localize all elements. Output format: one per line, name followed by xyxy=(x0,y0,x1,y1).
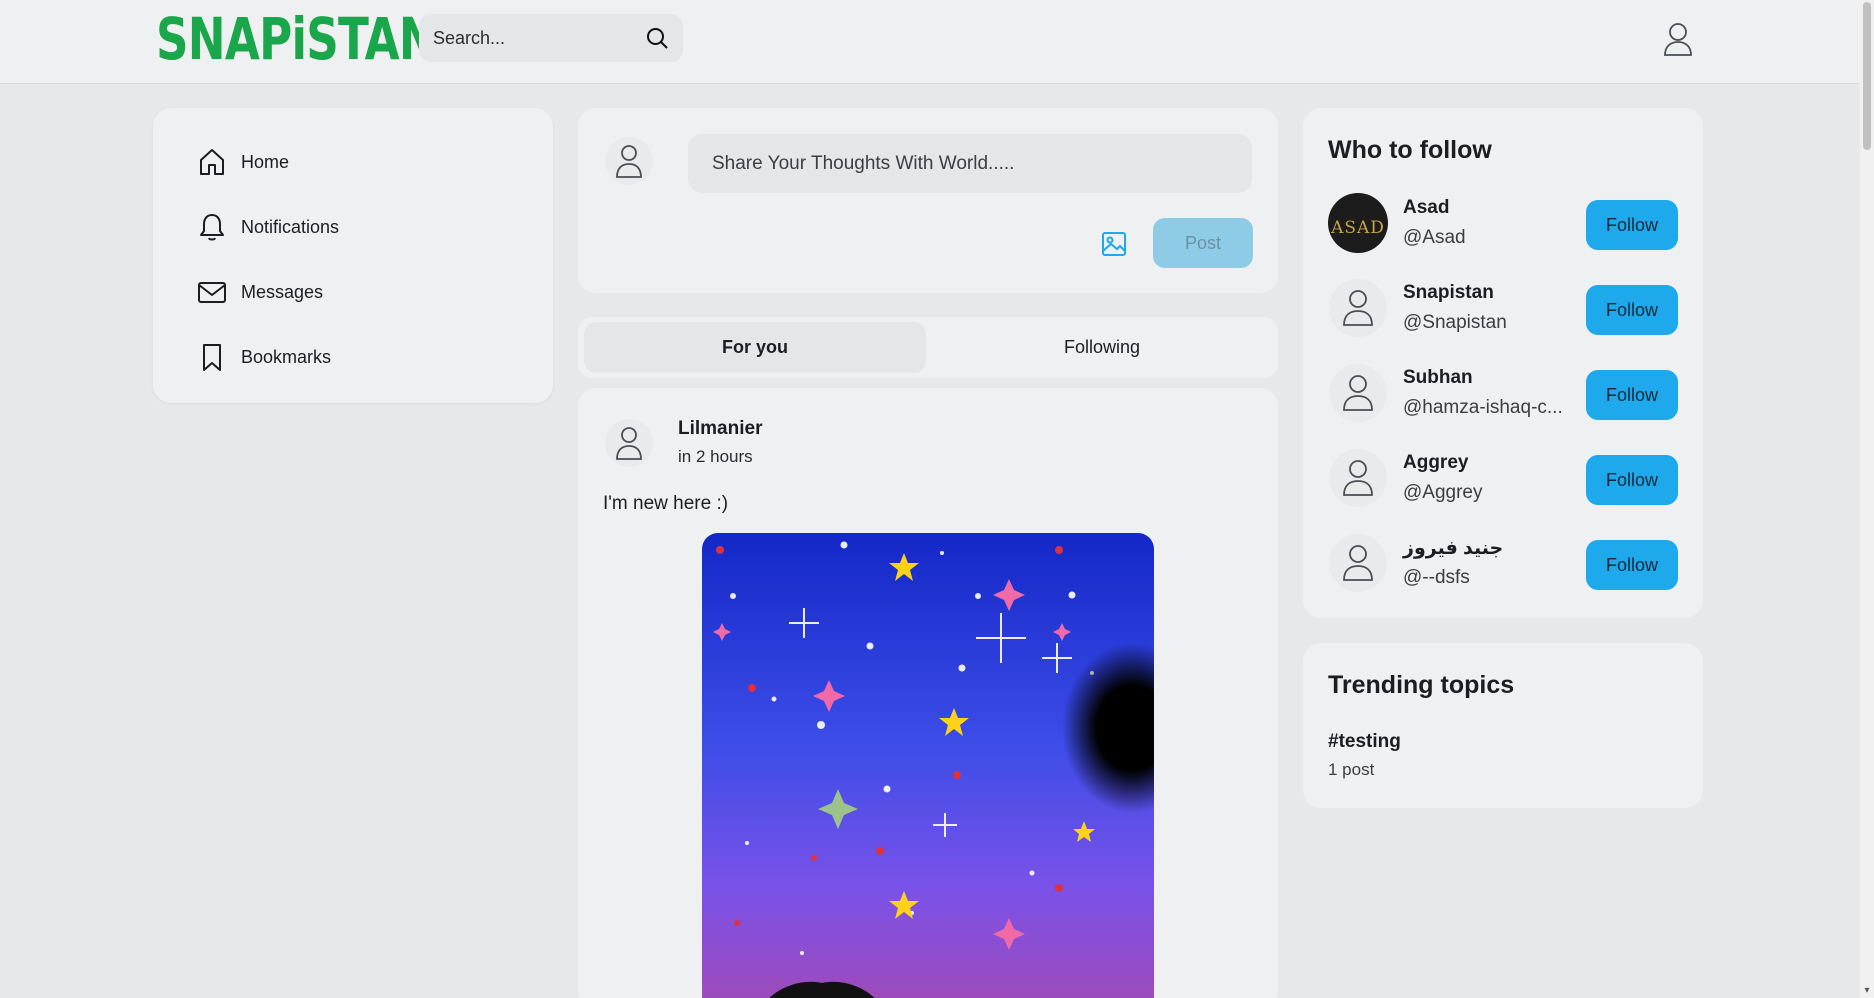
follow-suggestion: Snapistan @Snapistan Follow xyxy=(1328,278,1678,340)
default-avatar-icon[interactable] xyxy=(1328,448,1388,508)
trending-post-count: 1 post xyxy=(1328,760,1375,779)
default-avatar-icon[interactable] xyxy=(1328,278,1388,338)
tab-following[interactable]: Following xyxy=(932,322,1272,373)
default-avatar-icon[interactable] xyxy=(1328,533,1388,593)
follow-user-handle: @Snapistan xyxy=(1403,312,1507,333)
post-button[interactable]: Post xyxy=(1153,218,1253,268)
post-timestamp: in 2 hours xyxy=(678,447,753,466)
bookmark-icon xyxy=(203,344,221,371)
follow-button[interactable]: Follow xyxy=(1586,540,1678,590)
feed-tabs: For you Following xyxy=(578,317,1278,378)
search-input[interactable] xyxy=(433,14,633,62)
sidebar-item-notifications[interactable]: Notifications xyxy=(197,207,339,247)
follow-suggestion: جنید فیروز @--dsfs Follow xyxy=(1328,533,1678,595)
user-avatar-icon xyxy=(605,137,653,185)
follow-user-name[interactable]: Aggrey xyxy=(1403,452,1468,474)
who-to-follow-title: Who to follow xyxy=(1328,136,1492,164)
page-scrollbar[interactable]: ▾ xyxy=(1860,0,1874,998)
sidebar-item-bookmarks[interactable]: Bookmarks xyxy=(197,337,331,377)
follow-user-handle: @--dsfs xyxy=(1403,567,1470,588)
home-icon xyxy=(200,149,224,175)
follow-suggestion: Subhan @hamza-ishaq-c... Follow xyxy=(1328,363,1678,425)
follow-user-name[interactable]: جنید فیروز xyxy=(1403,537,1503,560)
top-header: SNAPiSTAN xyxy=(0,0,1860,84)
sidebar-item-label: Notifications xyxy=(241,216,340,237)
follow-user-name[interactable]: Asad xyxy=(1403,197,1449,219)
thoughts-input[interactable] xyxy=(688,134,1252,193)
follow-user-name[interactable]: Subhan xyxy=(1403,367,1473,389)
brand-logo[interactable]: SNAPiSTAN xyxy=(156,9,437,69)
follow-user-handle: @hamza-ishaq-c... xyxy=(1403,397,1563,418)
bell-icon xyxy=(200,214,224,241)
default-avatar-icon[interactable] xyxy=(1328,363,1388,423)
follow-user-name[interactable]: Snapistan xyxy=(1403,282,1494,304)
sidebar-nav-panel: Home Notifications Messages Bookmarks xyxy=(153,108,553,403)
follow-button[interactable]: Follow xyxy=(1586,455,1678,505)
follow-user-handle: @Asad xyxy=(1403,227,1466,248)
sidebar-item-home[interactable]: Home xyxy=(197,142,289,182)
mail-icon xyxy=(198,282,226,303)
follow-suggestion: ASAD Asad @Asad Follow xyxy=(1328,193,1678,255)
trending-topics-card: Trending topics #testing 1 post xyxy=(1303,643,1703,808)
sidebar-item-label: Bookmarks xyxy=(241,346,332,367)
post-image[interactable] xyxy=(702,533,1154,998)
profile-icon[interactable] xyxy=(1663,22,1693,56)
feed-post: Lilmanier in 2 hours I'm new here :) xyxy=(578,388,1278,998)
follow-button[interactable]: Follow xyxy=(1586,285,1678,335)
sidebar-item-label: Messages xyxy=(241,281,324,302)
sidebar-item-label: Home xyxy=(241,151,290,172)
sidebar-item-messages[interactable]: Messages xyxy=(197,272,323,312)
post-author-avatar-icon[interactable] xyxy=(604,418,654,468)
scroll-down-arrow-icon[interactable]: ▾ xyxy=(1862,986,1872,996)
avatar-logo-text: ASAD xyxy=(1331,218,1385,238)
follow-user-handle: @Aggrey xyxy=(1403,482,1483,503)
who-to-follow-card: Who to follow ASAD Asad @Asad Follow Sna… xyxy=(1303,108,1703,618)
search-box[interactable] xyxy=(419,14,683,62)
starry-sky-illustration xyxy=(702,533,1154,998)
trending-hashtag[interactable]: #testing xyxy=(1328,731,1401,753)
follow-button[interactable]: Follow xyxy=(1586,370,1678,420)
post-composer: Post xyxy=(578,108,1278,293)
post-text: I'm new here :) xyxy=(603,493,729,514)
scrollbar-thumb[interactable] xyxy=(1863,2,1871,150)
follow-suggestion: Aggrey @Aggrey Follow xyxy=(1328,448,1678,510)
avatar[interactable]: ASAD xyxy=(1328,193,1388,253)
search-icon[interactable] xyxy=(645,26,669,50)
image-upload-icon[interactable] xyxy=(1100,230,1128,258)
tab-for-you[interactable]: For you xyxy=(584,322,926,373)
follow-button[interactable]: Follow xyxy=(1586,200,1678,250)
trending-title: Trending topics xyxy=(1328,671,1515,699)
post-author-name[interactable]: Lilmanier xyxy=(678,418,762,440)
